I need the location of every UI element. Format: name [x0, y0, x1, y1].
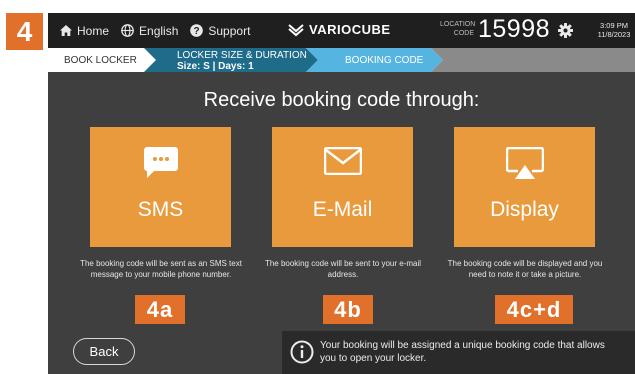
step-badge: 4 — [6, 13, 43, 50]
support-button[interactable]: ? Support — [190, 24, 250, 38]
home-button[interactable]: Home — [60, 24, 109, 38]
display-option-button[interactable]: Display — [454, 127, 595, 247]
annotation-tag-4a: 4a — [135, 295, 185, 324]
annotation-tag-4c-d: 4c+d — [495, 295, 573, 324]
logo-mark-icon — [288, 23, 304, 36]
location-code-label: LOCATION CODE — [440, 21, 476, 37]
breadcrumb-step-size-detail: Size: S | Days: 1 — [177, 61, 254, 72]
info-icon — [290, 340, 314, 364]
info-text: Your booking will be assigned a unique b… — [320, 340, 605, 364]
annotation-tag-4b: 4b — [323, 295, 373, 324]
display-icon — [505, 147, 544, 179]
display-option-label: Display — [490, 198, 559, 221]
kiosk-screen: Home English ? Support VARIOCUBE LOCATIO… — [48, 13, 635, 374]
date-time: 3:09 PM 11/8/2023 — [593, 21, 635, 39]
home-icon — [60, 25, 72, 36]
sms-option-description: The booking code will be sent as an SMS … — [80, 259, 242, 279]
location-code: 15998 — [478, 15, 551, 43]
language-button[interactable]: English — [121, 24, 178, 38]
sms-option-button[interactable]: SMS — [90, 127, 231, 247]
email-option-label: E-Mail — [312, 198, 373, 221]
language-label: English — [139, 23, 179, 38]
info-banner: Your booking will be assigned a unique b… — [282, 331, 635, 374]
home-label: Home — [77, 23, 110, 38]
page-title: Receive booking code through: — [203, 89, 480, 111]
sms-icon — [143, 147, 178, 178]
email-option-button[interactable]: E-Mail — [272, 127, 413, 247]
variocube-logo: VARIOCUBE — [288, 22, 391, 37]
breadcrumb-step-book-locker[interactable]: BOOK LOCKER — [64, 55, 137, 66]
page: 4 Home English ? Support VARIOCUBE LOCAT… — [0, 0, 635, 374]
email-option-description: The booking code will be sent to your e-… — [264, 259, 422, 279]
gear-icon[interactable] — [558, 23, 573, 38]
sms-option-label: SMS — [137, 198, 184, 221]
back-button[interactable]: Back — [73, 338, 135, 365]
logo-text: VARIOCUBE — [309, 22, 391, 37]
support-label: Support — [208, 23, 251, 38]
globe-icon — [121, 24, 134, 37]
time: 3:09 PM — [600, 21, 628, 30]
breadcrumb: BOOK LOCKER LOCKER SIZE & DURATION Size:… — [48, 48, 635, 72]
display-option-description: The booking code will be displayed and y… — [447, 259, 603, 279]
date: 11/8/2023 — [597, 30, 631, 39]
breadcrumb-step-booking-code: BOOKING CODE — [345, 55, 424, 66]
svg-text:?: ? — [194, 26, 200, 37]
breadcrumb-step-size-duration[interactable]: LOCKER SIZE & DURATION Size: S | Days: 1 — [177, 50, 307, 72]
question-icon: ? — [190, 24, 204, 37]
top-bar: Home English ? Support VARIOCUBE LOCATIO… — [48, 13, 635, 48]
breadcrumb-step-size-title: LOCKER SIZE & DURATION — [177, 50, 307, 61]
email-icon — [323, 147, 362, 175]
